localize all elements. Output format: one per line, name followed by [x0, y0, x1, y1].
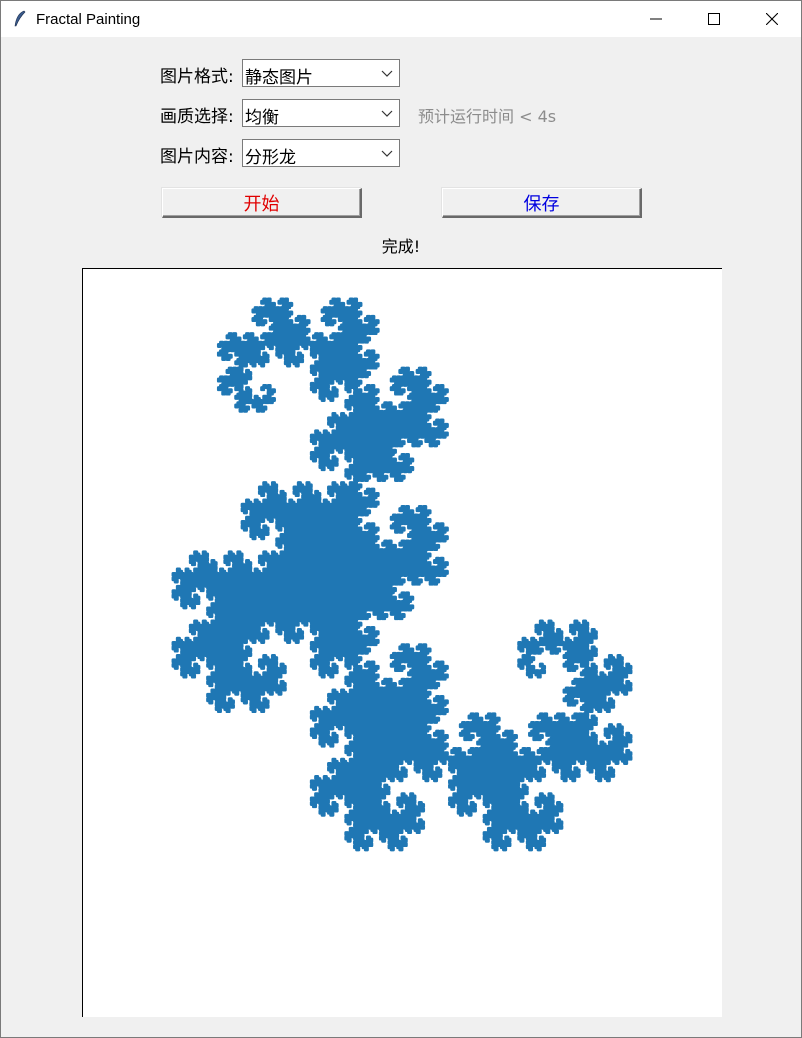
- format-label: 图片格式:: [160, 67, 234, 87]
- start-button-label: 开始: [243, 193, 280, 215]
- save-button[interactable]: 保存: [442, 188, 642, 218]
- fractal-canvas: [82, 268, 722, 1017]
- dragon-curve-path: [171, 297, 633, 852]
- maximize-icon: [708, 13, 720, 25]
- status-text: 完成!: [381, 237, 421, 256]
- start-button[interactable]: 开始: [162, 188, 362, 218]
- dragon-curve-image: [171, 297, 633, 852]
- minimize-button[interactable]: [627, 1, 685, 37]
- content-label: 图片内容:: [160, 147, 234, 167]
- content-select[interactable]: 分形龙: [242, 139, 400, 168]
- runtime-hint: 预计运行时间 < 4s: [418, 107, 557, 126]
- chevron-down-icon: [381, 70, 393, 77]
- content-select-value: 分形龙: [245, 148, 296, 168]
- close-button[interactable]: [743, 1, 801, 37]
- title-bar[interactable]: Fractal Painting: [1, 1, 801, 37]
- quality-select[interactable]: 均衡: [242, 99, 400, 128]
- feather-icon: [14, 10, 26, 27]
- format-select-value: 静态图片: [245, 68, 313, 88]
- save-button-label: 保存: [523, 193, 560, 215]
- maximize-button[interactable]: [685, 1, 743, 37]
- window-title: Fractal Painting: [36, 11, 141, 28]
- minimize-icon: [650, 18, 662, 20]
- format-select[interactable]: 静态图片: [242, 59, 400, 88]
- chevron-down-icon: [381, 110, 393, 117]
- quality-select-value: 均衡: [245, 108, 279, 128]
- chevron-down-icon: [381, 150, 393, 157]
- quality-label: 画质选择:: [160, 107, 234, 127]
- close-icon: [766, 13, 778, 25]
